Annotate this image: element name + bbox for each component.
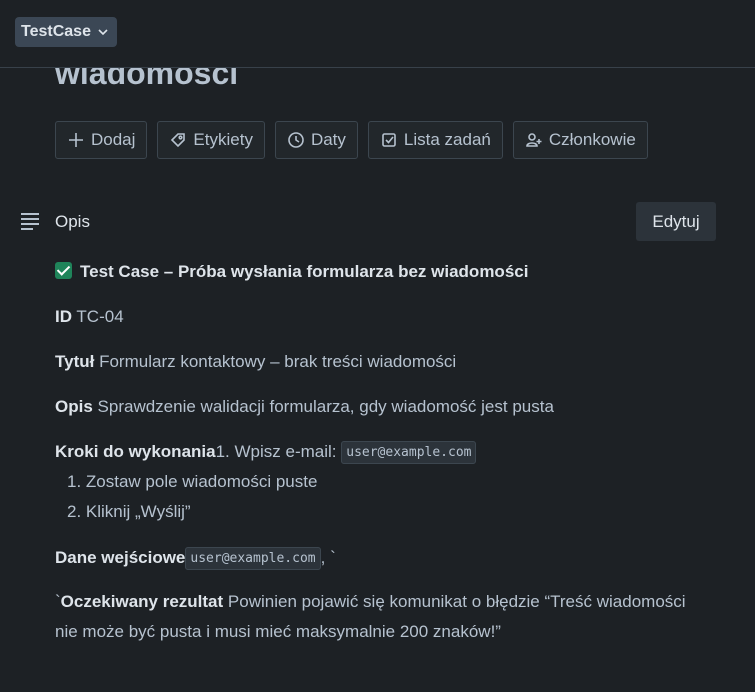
step-item: 1. Zostaw pole wiadomości puste [67,472,318,491]
dates-button-label: Daty [310,130,346,149]
members-button-label: Członkowie [548,130,636,149]
testcase-tag-dropdown[interactable]: TestCase [15,17,117,47]
dates-button[interactable]: Daty [274,121,358,159]
step1-text: 1. Wpisz e-mail: [215,442,337,461]
step-item: 2. Kliknij „Wyślij” [67,502,191,521]
members-button[interactable]: Członkowie [512,121,648,159]
description-icon [21,213,39,230]
input-suffix: , ` [320,548,336,567]
tag-label: TestCase [21,23,91,40]
chevron-down-icon [98,29,108,36]
id-label: ID [55,307,72,326]
opis-value: Sprawdzenie walidacji formularza, gdy wi… [97,397,554,416]
check-mark-icon [55,262,72,279]
opis-line: Opis Sprawdzenie walidacji formularza, g… [55,397,554,417]
testcase-heading: Test Case – Próba wysłania formularza be… [55,262,528,282]
checklist-icon [382,133,396,147]
title-label: Tytuł [55,352,95,371]
input-email-code: user@example.com [185,547,321,570]
step1-email-code: user@example.com [341,441,477,464]
id-value: TC-04 [76,307,124,326]
opis-label: Opis [55,397,93,416]
testcase-heading-text: Test Case – Próba wysłania formularza be… [80,262,529,281]
steps-label: Kroki do wykonania [55,442,216,461]
title-line: Tytuł Formularz kontaktowy – brak treści… [55,352,456,372]
id-line: ID TC-04 [55,307,124,327]
plus-icon [69,133,83,147]
tag-icon [171,133,186,148]
edit-description-button[interactable]: Edytuj [636,202,716,241]
labels-button[interactable]: Etykiety [157,121,265,159]
description-heading: Opis [55,212,90,231]
add-button-label: Dodaj [91,130,136,149]
expected-result: `Oczekiwany rezultat Powinien pojawić si… [55,587,715,647]
steps-line: Kroki do wykonania1. Wpisz e-mail: user@… [55,441,477,464]
card-actions: Dodaj Etykiety Daty Lista zadań Członkow… [55,121,648,159]
clock-icon [288,132,304,148]
add-button[interactable]: Dodaj [55,121,148,159]
expected-value-line1: Powinien pojawić się komunikat o błędzie… [227,592,686,611]
expected-value-line2: nie może być pusta i musi mieć maksymaln… [55,622,501,641]
add-member-icon [526,133,542,147]
input-data-label: Dane wejściowe [55,548,186,567]
top-bar: TestCase [0,0,755,68]
checklist-button-label: Lista zadań [403,130,491,149]
labels-button-label: Etykiety [193,130,253,149]
title-value: Formularz kontaktowy – brak treści wiado… [99,352,457,371]
expected-label: Oczekiwany rezultat [60,592,224,611]
checklist-button[interactable]: Lista zadań [367,121,503,159]
input-data-line: Dane wejściowe user@example.com, ` [55,547,336,570]
